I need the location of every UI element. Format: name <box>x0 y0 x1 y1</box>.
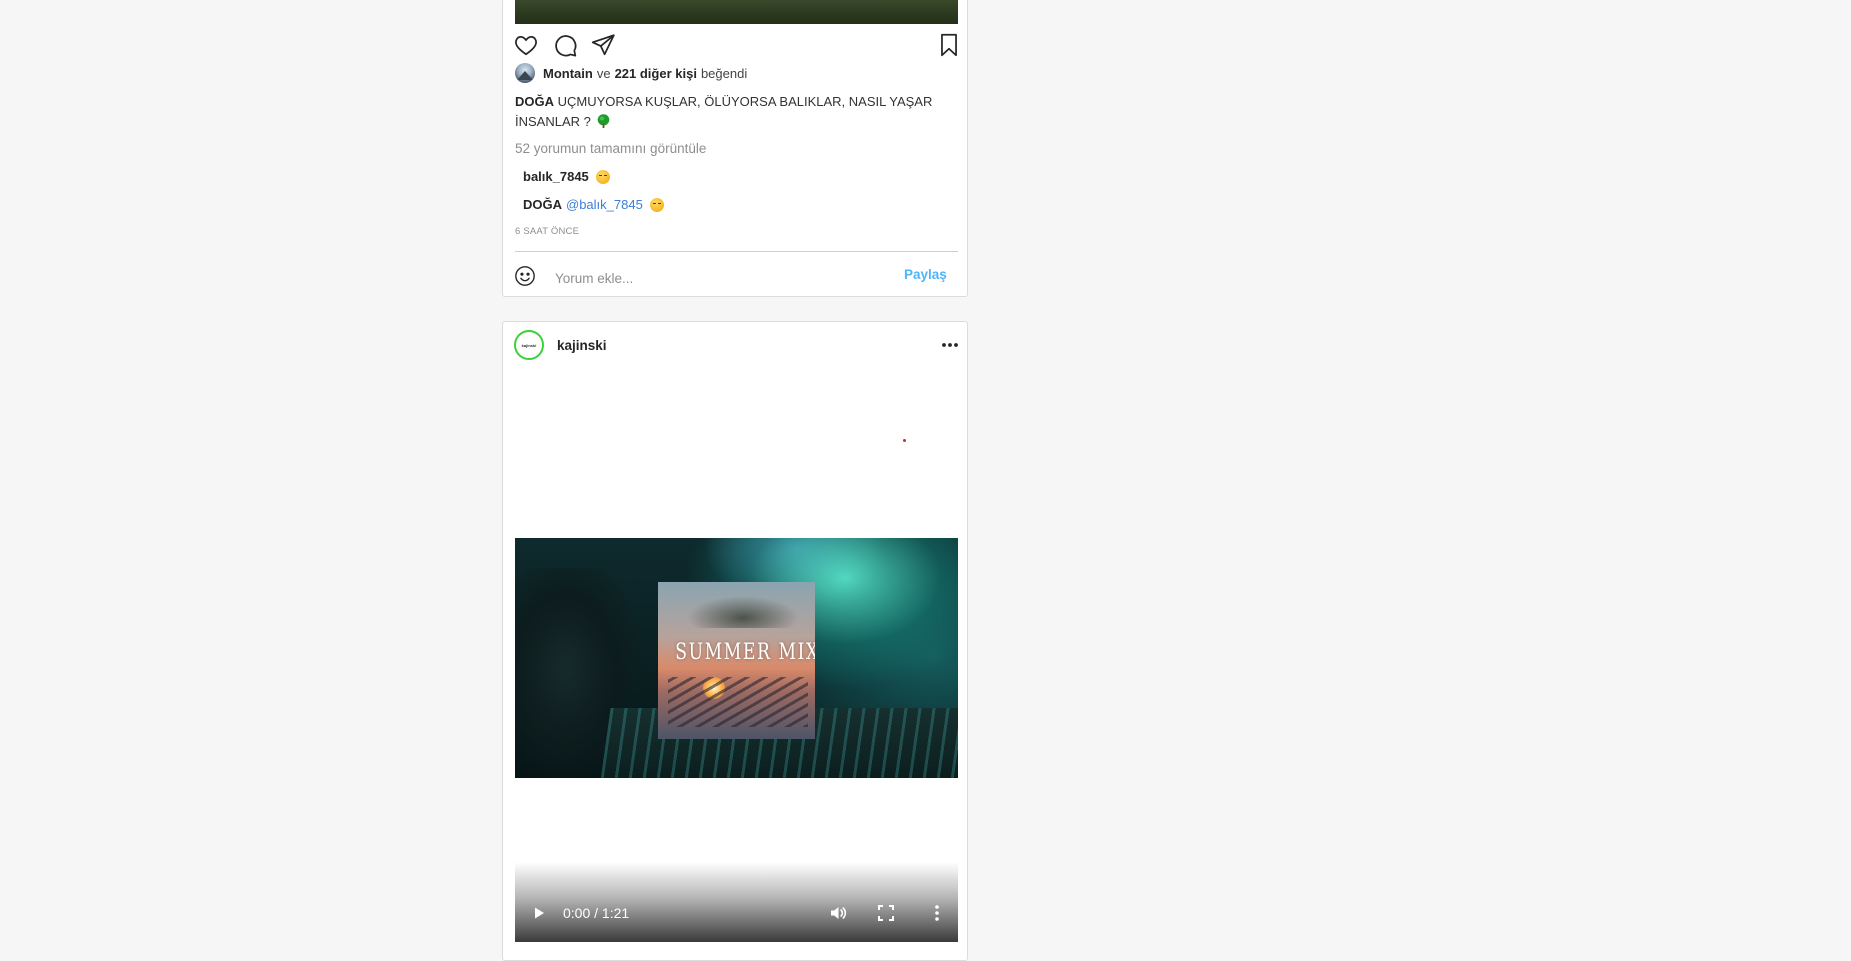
album-cover: SUMMER MIX <box>658 582 815 739</box>
post-author-name[interactable]: kajinski <box>557 338 607 353</box>
expressionless-face-icon <box>595 169 610 184</box>
post-card-1: Montain ve 221 diğer kişi beğendi DOĞA U… <box>502 0 968 297</box>
bookmark-icon[interactable] <box>936 32 962 58</box>
likes-connector: ve <box>596 65 611 81</box>
video-controls: 0:00 / 1:21 <box>515 862 958 942</box>
more-icon[interactable] <box>940 335 960 355</box>
red-dot-marker <box>903 439 906 442</box>
caption-text: UÇMUYORSA KUŞLAR, ÖLÜYORSA BALIKLAR, NAS… <box>515 94 933 129</box>
heart-icon[interactable] <box>513 32 539 58</box>
post-timestamp: 6 SAAT ÖNCE <box>515 226 580 237</box>
view-all-comments-link[interactable]: 52 yorumun tamamını görüntüle <box>515 141 706 156</box>
avatar-text: kajinski <box>521 342 537 348</box>
comment-mention[interactable]: @balık_7845 <box>566 197 643 212</box>
album-chairs <box>668 677 808 727</box>
likes-summary: Montain ve 221 diğer kişi beğendi <box>515 62 747 84</box>
post-caption: DOĞA UÇMUYORSA KUŞLAR, ÖLÜYORSA BALIKLAR… <box>515 92 935 132</box>
video-time: 0:00 / 1:21 <box>563 905 630 921</box>
album-umbrella <box>688 588 798 628</box>
likes-suffix: beğendi <box>700 65 748 81</box>
liker-avatar[interactable] <box>515 63 535 83</box>
comment-author[interactable]: balık_7845 <box>523 169 589 184</box>
post-image[interactable] <box>515 0 958 24</box>
likes-count-link[interactable]: 221 diğer kişi <box>615 66 697 81</box>
comment-author[interactable]: DOĞA <box>523 197 562 212</box>
post-video[interactable]: SUMMER MIX <box>515 538 958 778</box>
post-card-2: kajinski kajinski SUMMER MIX 0:00 / 1:21 <box>502 321 968 961</box>
comment-input[interactable] <box>553 265 877 291</box>
comment-icon[interactable] <box>552 32 578 58</box>
caption-author[interactable]: DOĞA <box>515 94 554 109</box>
tree-emoji-icon <box>597 114 610 128</box>
share-comment-button[interactable]: Paylaş <box>904 267 947 282</box>
share-icon[interactable] <box>590 32 616 58</box>
album-title: SUMMER MIX <box>675 640 815 665</box>
first-liker-name[interactable]: Montain <box>543 66 593 81</box>
comment-row: DOĞA @balık_7845 <box>523 197 664 212</box>
smiley-icon[interactable] <box>514 265 536 287</box>
confused-face-icon <box>649 197 664 212</box>
comment-row: balık_7845 <box>523 169 610 184</box>
avatar[interactable]: kajinski <box>514 330 544 360</box>
fullscreen-icon[interactable] <box>876 903 896 928</box>
divider <box>515 251 958 252</box>
volume-icon[interactable] <box>828 903 848 928</box>
kebab-menu-icon[interactable] <box>927 903 947 928</box>
play-icon[interactable] <box>531 905 547 926</box>
